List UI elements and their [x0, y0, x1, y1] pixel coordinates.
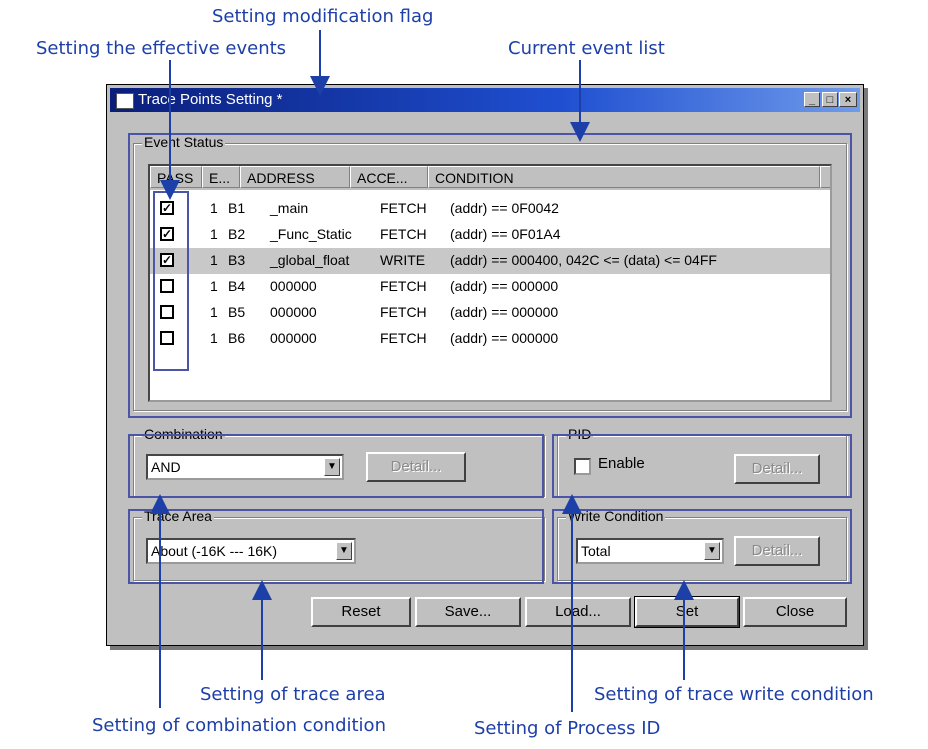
leader-lines [150, 30, 694, 712]
